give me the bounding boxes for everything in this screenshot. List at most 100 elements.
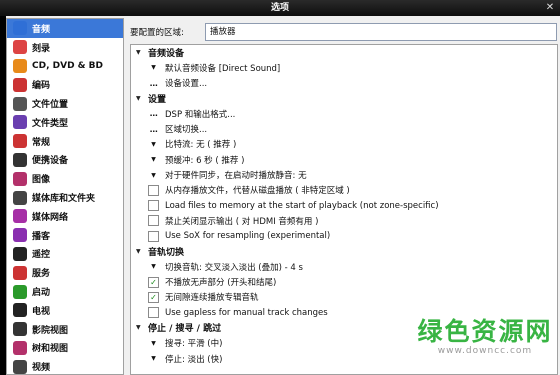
power-icon <box>13 284 27 299</box>
close-icon[interactable]: ✕ <box>543 1 557 14</box>
checkbox-option[interactable]: Use SoX for resampling (experimental) <box>131 229 557 244</box>
sidebar-item[interactable]: 影院视图 <box>7 320 123 339</box>
checkbox[interactable]: ✓ <box>148 276 159 288</box>
sidebar-item[interactable]: CD, DVD & BD <box>7 57 123 76</box>
dropdown-arrow-icon[interactable]: ▼ <box>148 62 159 73</box>
checkbox-option[interactable]: 禁止关闭显示输出 ( 对 HDMI 音频有用 ) <box>131 213 557 228</box>
section-header[interactable]: ▼ 音轨切换 <box>131 244 557 259</box>
checkbox-option[interactable]: Use gapless for manual track changes <box>131 305 557 320</box>
zone-label: 要配置的区域: <box>130 28 184 38</box>
checkbox-option[interactable]: Load files to memory at the start of pla… <box>131 198 557 213</box>
sidebar-item[interactable]: 文件位置 <box>7 94 123 113</box>
category-sidebar: 音频刻录 CD, DVD & BD 编码文件位置 文件类型 常规便携设备图像媒体库和文件… <box>6 18 124 375</box>
sidebar-item[interactable]: 媒体库和文件夹 <box>7 188 123 207</box>
sidebar-item-label: 图像 <box>32 175 51 186</box>
video-icon <box>13 359 27 374</box>
note-icon <box>13 21 27 36</box>
sidebar-item[interactable]: 播客 <box>7 226 123 245</box>
dialog-option[interactable]: … 设备设置... <box>131 76 557 91</box>
checkbox-option[interactable]: 从内存播放文件，代替从磁盘播放 ( 非特定区域 ) <box>131 183 557 198</box>
sidebar-item[interactable]: 媒体网络 <box>7 207 123 226</box>
checkbox[interactable] <box>148 184 159 196</box>
dropdown-option[interactable]: ▼ 比特流: 无 ( 推荐 ) <box>131 137 557 152</box>
sidebar-item-label: 便携设备 <box>32 156 69 167</box>
sidebar-item-label: CD, DVD & BD <box>32 60 103 71</box>
option-label: 无间隙连续播放专辑音轨 <box>165 293 259 304</box>
sidebar-item[interactable]: 便携设备 <box>7 151 123 170</box>
section-header[interactable]: ▼ 设置 <box>131 91 557 106</box>
dropdown-option[interactable]: ▼ 默认音频设备 [Direct Sound] <box>131 60 557 75</box>
dropdown-option[interactable]: ▼ 搜寻: 平滑 (中) <box>131 336 557 351</box>
dropdown-option[interactable]: ▼ 切换音轨: 交叉淡入淡出 (叠加) - 4 s <box>131 259 557 274</box>
dropdown-arrow-icon[interactable]: ▼ <box>148 338 159 349</box>
sidebar-item[interactable]: 电视 <box>7 301 123 320</box>
option-label: 对于硬件同步，在启动时播放静音: 无 <box>165 171 307 182</box>
filetype-icon <box>13 115 27 130</box>
disc-icon <box>13 40 27 55</box>
sidebar-item[interactable]: 视频 <box>7 357 123 374</box>
chevron-down-icon[interactable]: ▼ <box>136 95 145 102</box>
chevron-down-icon[interactable]: ▼ <box>136 49 145 56</box>
option-label: 从内存播放文件，代替从磁盘播放 ( 非特定区域 ) <box>165 186 350 197</box>
checkbox[interactable] <box>148 215 159 227</box>
remote-icon <box>13 246 27 261</box>
ellipsis-icon[interactable]: … <box>148 124 159 135</box>
sidebar-item[interactable]: 树和视图 <box>7 339 123 358</box>
sidebar-item-label: 服务 <box>32 269 51 280</box>
checkbox-option[interactable]: ✓ 不播放无声部分 (开头和结尾) <box>131 274 557 289</box>
sidebar-item-label: 树和视图 <box>32 344 69 355</box>
tree-icon <box>13 340 27 355</box>
checkbox-option[interactable]: ✓ 无间隙连续播放专辑音轨 <box>131 290 557 305</box>
sidebar-item-label: 启动 <box>32 288 51 299</box>
title-bar: 选项 ✕ <box>0 0 560 16</box>
dropdown-arrow-icon[interactable]: ▼ <box>148 353 159 364</box>
sidebar-item[interactable]: 启动 <box>7 282 123 301</box>
sidebar-item[interactable]: 遥控 <box>7 245 123 264</box>
zone-dropdown[interactable]: 播放器 <box>205 23 557 41</box>
option-label: DSP 和输出格式... <box>165 109 236 120</box>
zone-row: 要配置的区域: 播放器 <box>130 22 558 42</box>
network-icon <box>13 209 27 224</box>
option-label: 搜寻: 平滑 (中) <box>165 339 223 350</box>
option-label: 切换音轨: 交叉淡入淡出 (叠加) - 4 s <box>165 262 303 273</box>
theater-icon <box>13 322 27 337</box>
option-label: 设备设置... <box>165 79 208 90</box>
dropdown-option[interactable]: ▼ 预缓冲: 6 秒 ( 推荐 ) <box>131 152 557 167</box>
dropdown-arrow-icon[interactable]: ▼ <box>148 261 159 272</box>
sidebar-item-label: 影院视图 <box>32 325 69 336</box>
section-header[interactable]: ▼ 音频设备 <box>131 45 557 60</box>
settings-panel: ▼ 音频设备 ▼ 默认音频设备 [Direct Sound] … 设备设置... ▼ 设置 … D… <box>130 44 558 375</box>
section-title: 停止 / 搜寻 / 跳过 <box>148 324 222 335</box>
chevron-down-icon[interactable]: ▼ <box>136 324 145 331</box>
checkbox[interactable] <box>148 230 159 242</box>
dropdown-arrow-icon[interactable]: ▼ <box>148 139 159 150</box>
options-window: 音频刻录 CD, DVD & BD 编码文件位置 文件类型 常规便携设备图像媒体库和文件… <box>6 16 560 375</box>
sidebar-item-label: 编码 <box>32 81 51 92</box>
sidebar-item[interactable]: 编码 <box>7 75 123 94</box>
folder-doc-icon <box>13 96 27 111</box>
dialog-option[interactable]: … DSP 和输出格式... <box>131 106 557 121</box>
encode-icon <box>13 77 27 92</box>
sidebar-item-label: 刻录 <box>32 43 51 54</box>
checkbox[interactable] <box>148 200 159 212</box>
dropdown-option[interactable]: ▼ 对于硬件同步，在启动时播放静音: 无 <box>131 167 557 182</box>
section-title: 音轨切换 <box>148 248 185 258</box>
section-header[interactable]: ▼ 停止 / 搜寻 / 跳过 <box>131 320 557 335</box>
dropdown-arrow-icon[interactable]: ▼ <box>148 154 159 165</box>
sidebar-item-label: 视频 <box>32 363 51 374</box>
sidebar-item[interactable]: 服务 <box>7 263 123 282</box>
sidebar-item[interactable]: 音频 <box>7 19 123 38</box>
dialog-option[interactable]: … 区域切换... <box>131 121 557 136</box>
dropdown-arrow-icon[interactable]: ▼ <box>148 170 159 181</box>
dropdown-option[interactable]: ▼ 停止: 淡出 (快) <box>131 351 557 366</box>
option-label: Use gapless for manual track changes <box>165 307 328 318</box>
chevron-down-icon[interactable]: ▼ <box>136 248 145 255</box>
ellipsis-icon[interactable]: … <box>148 78 159 89</box>
sidebar-item[interactable]: 常规 <box>7 132 123 151</box>
sidebar-item[interactable]: 刻录 <box>7 38 123 57</box>
checkbox[interactable]: ✓ <box>148 291 159 303</box>
sidebar-item[interactable]: 文件类型 <box>7 113 123 132</box>
ellipsis-icon[interactable]: … <box>148 108 159 119</box>
checkbox[interactable] <box>148 307 159 319</box>
sidebar-item[interactable]: 图像 <box>7 169 123 188</box>
